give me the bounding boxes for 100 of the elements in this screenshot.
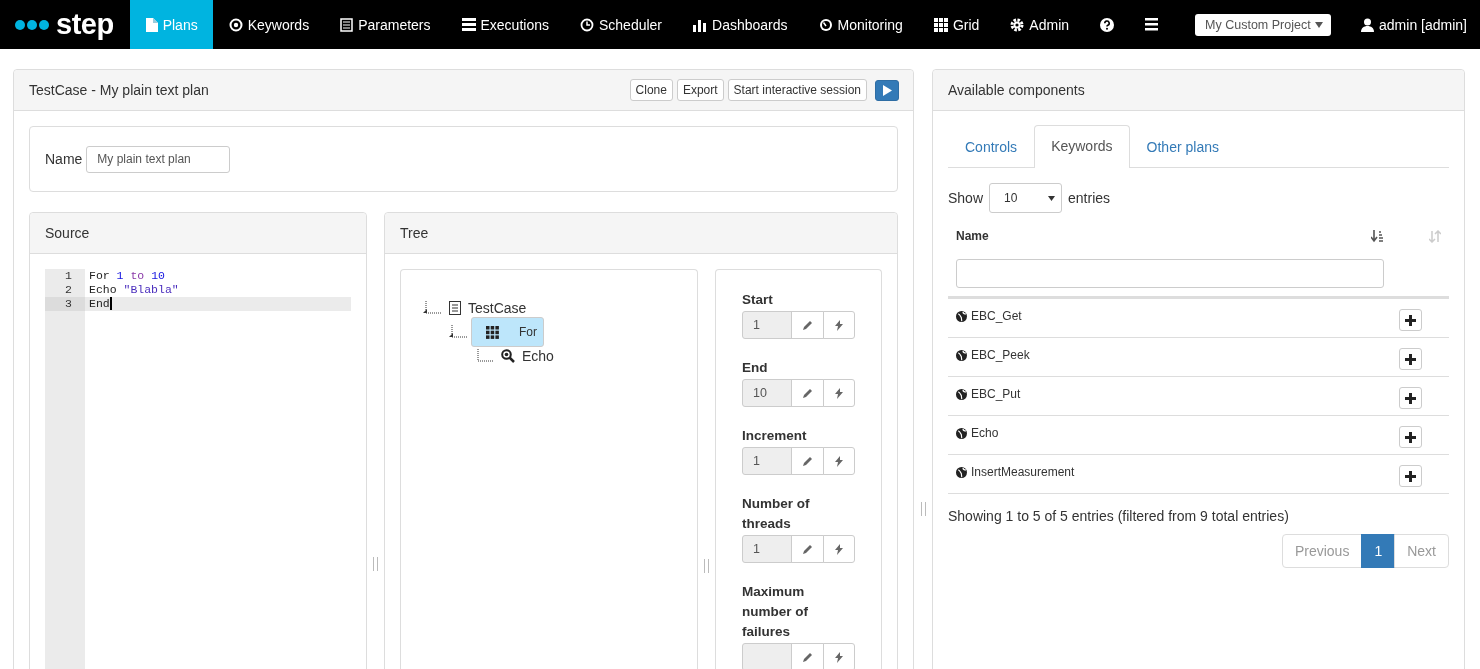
caret-icon [1315,21,1324,28]
panel-title: Tree [400,225,429,241]
tab[interactable]: Other plans [1129,126,1236,168]
file-icon [145,17,158,32]
name-label: Name [45,151,83,167]
property-field[interactable]: 10 [742,379,792,407]
column-header[interactable]: Name [956,229,1371,243]
dynamic-button[interactable] [822,643,855,669]
splitter-handle[interactable] [921,502,926,516]
magnifier-icon [501,349,515,363]
show-label: Show [948,190,983,206]
name-field[interactable]: My plain text plan [86,145,231,173]
play-icon [882,84,892,96]
help-icon [1100,17,1115,32]
line-number: 2 [64,283,73,297]
plus-icon [1405,314,1416,326]
user-menu[interactable]: admin [admin] [1361,16,1467,33]
property-label: Number of threads [742,495,811,533]
pencil-icon [801,319,813,331]
property-field[interactable]: 1 [742,311,792,339]
nav-item[interactable]: Keywords [212,0,325,49]
project-select[interactable]: My Custom Project [1195,13,1332,36]
lightning-icon [834,651,843,663]
nav-item[interactable]: Grid [917,0,995,49]
plus-icon [1405,353,1416,365]
page-size-select[interactable]: 10 [989,183,1062,213]
entries-label: entries [1068,190,1111,206]
dynamic-button[interactable] [822,447,855,475]
panel-title: TestCase - My plain text plan [29,82,209,98]
dots-icon [14,18,50,31]
property-label: Maximum number of failures [742,583,809,641]
edit-button[interactable] [791,379,824,407]
globe-icon [956,310,967,322]
property-label: Increment [742,427,808,445]
keyword-name: EBC_Peek [956,348,1030,362]
panel-title: Source [45,225,90,241]
plus-icon [1405,431,1416,443]
page-link[interactable]: 1 [1361,534,1396,568]
toolbar-button[interactable]: Export [676,79,724,101]
property-label: Start [742,291,774,309]
pencil-icon [801,543,813,555]
property-field[interactable] [742,643,792,669]
grid-icon [933,17,948,32]
nav-item[interactable]: Executions [445,0,564,49]
tab[interactable]: Keywords [1034,125,1130,168]
tab[interactable]: Controls [948,126,1035,168]
plus-icon [1405,470,1416,482]
globe-icon [956,466,967,478]
add-button[interactable] [1399,309,1422,331]
toolbar-button[interactable]: Clone [629,79,673,101]
tree-node[interactable]: For [471,317,544,347]
dynamic-button[interactable] [822,311,855,339]
dynamic-button[interactable] [822,379,855,407]
document-icon [449,301,461,315]
add-button[interactable] [1399,465,1422,487]
lightning-icon [834,543,843,555]
property-field[interactable]: 1 [742,447,792,475]
clock-icon [580,17,594,32]
nav-item[interactable]: Admin [994,0,1085,49]
splitter-handle[interactable] [704,559,709,573]
lightning-icon [834,387,843,399]
tree-node[interactable]: Echo [497,347,558,365]
tree-node[interactable]: TestCase [445,299,531,317]
sort-icon[interactable] [1371,229,1383,243]
panel-title: Available components [948,82,1085,98]
pencil-icon [801,651,813,663]
settings-icon [1010,17,1025,32]
splitter-handle[interactable] [373,557,378,571]
grid-icon [486,325,499,339]
pencil-icon [801,455,813,467]
nav-item[interactable]: Scheduler [564,0,678,49]
filter-field[interactable] [956,259,1384,288]
connector-icon [475,349,495,363]
nav-item[interactable]: Dashboards [677,0,803,49]
keyword-name: EBC_Get [956,309,1022,323]
code-line: Echo "Blabla" [88,283,180,297]
lightning-icon [834,455,843,467]
nav-item[interactable]: Monitoring [802,0,918,49]
nav-item[interactable]: Parameters [324,0,446,49]
add-button[interactable] [1399,387,1422,409]
code-editor[interactable]: 1 2 3 For 1 to 10 Echo "Blabla" End [45,269,351,669]
property-field[interactable]: 1 [742,535,792,563]
add-button[interactable] [1399,348,1422,370]
edit-button[interactable] [791,311,824,339]
toolbar-button[interactable]: Start interactive session [727,79,867,101]
connector-icon [423,301,443,315]
edit-button[interactable] [791,535,824,563]
add-button[interactable] [1399,426,1422,448]
globe-icon [956,427,967,439]
keyword-name: EBC_Put [956,387,1021,401]
logo-text: step [56,8,114,41]
line-number: 3 [45,297,85,311]
menu-icon [1145,18,1159,31]
run-button[interactable] [875,79,899,101]
globe-icon [956,349,967,361]
bar-chart-icon [693,17,708,32]
edit-button[interactable] [791,447,824,475]
user-icon [1361,17,1375,32]
gauge-icon [818,17,833,32]
dynamic-button[interactable] [822,535,855,563]
